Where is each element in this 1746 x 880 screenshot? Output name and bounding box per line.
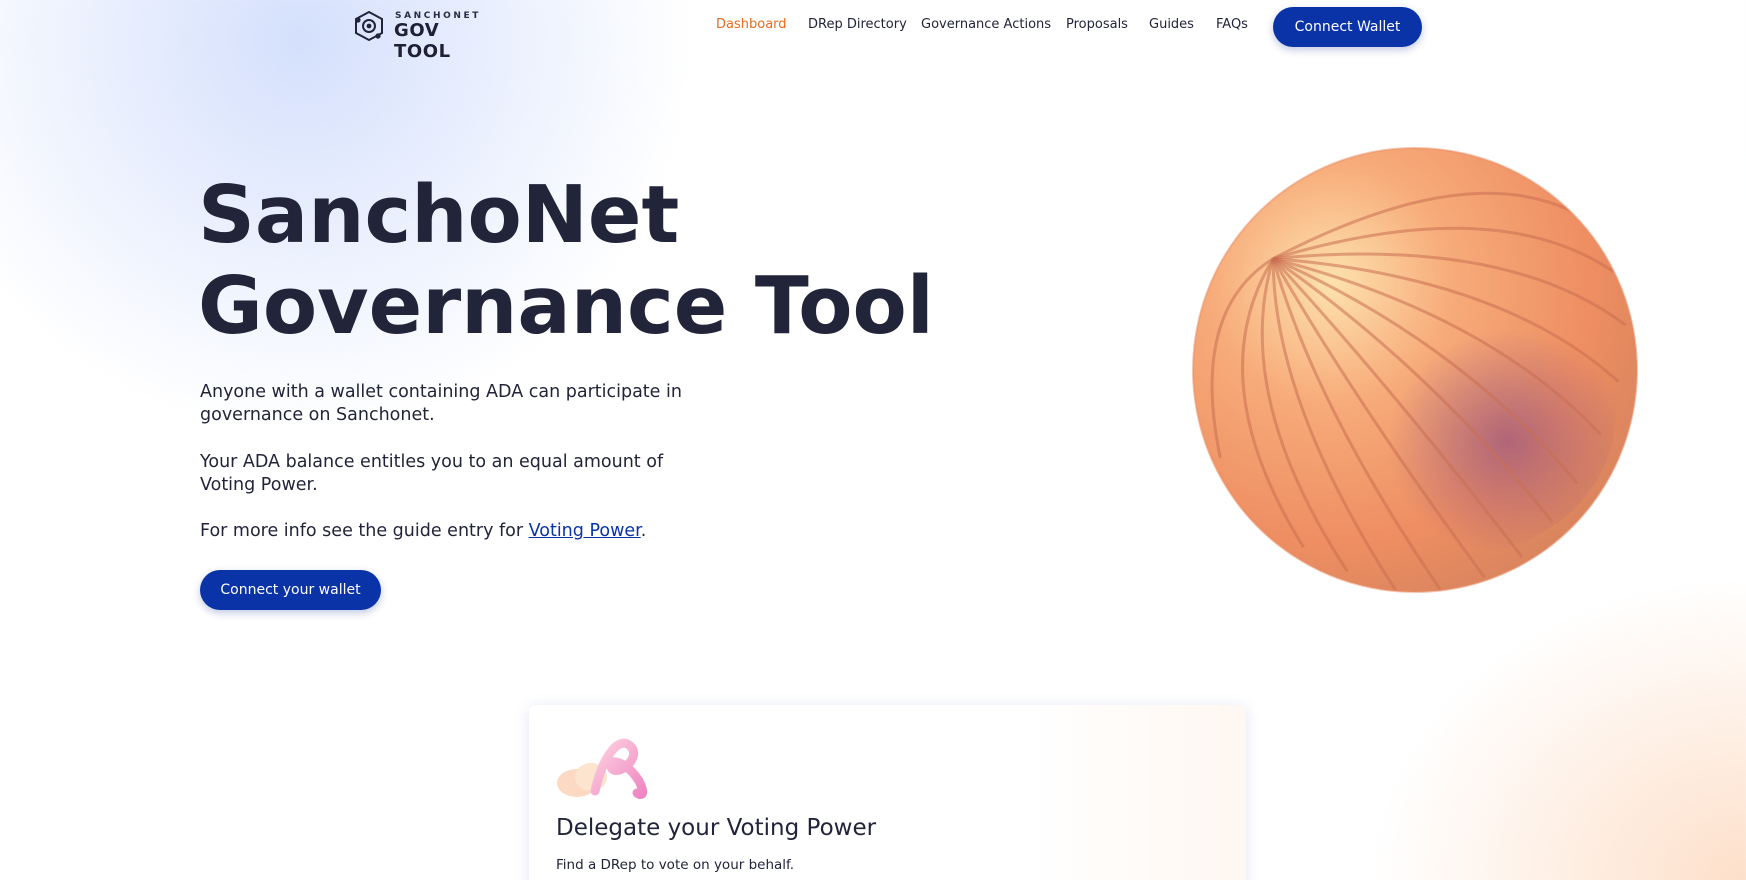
connect-wallet-button[interactable]: Connect Wallet	[1273, 7, 1422, 47]
nav-dashboard[interactable]: Dashboard	[716, 17, 787, 32]
logo-big-text: GOV TOOL	[394, 20, 451, 62]
card-title: Delegate your Voting Power	[556, 815, 877, 841]
hero-title-line2: Governance Tool	[198, 260, 934, 352]
nav-governance-actions[interactable]: Governance Actions	[921, 17, 1051, 32]
header: SANCHONET GOV TOOL Dashboard DRep Direct…	[0, 0, 1746, 62]
card-description: Find a DRep to vote on your behalf.	[556, 857, 795, 873]
nav-proposals[interactable]: Proposals	[1066, 17, 1128, 32]
voting-power-link[interactable]: Voting Power	[529, 521, 641, 541]
nav-guides[interactable]: Guides	[1149, 17, 1194, 32]
hero-paragraph-3-suffix: .	[640, 521, 647, 541]
logo-icon	[355, 10, 383, 42]
hero-paragraph-1: Anyone with a wallet containing ADA can …	[200, 382, 682, 425]
hero-paragraph-2: Your ADA balance entitles you to an equa…	[200, 452, 664, 495]
hero-title: SanchoNet Governance Tool	[198, 170, 934, 352]
nav-drep-directory[interactable]: DRep Directory	[808, 17, 907, 32]
hero-paragraph-3-prefix: For more info see the guide entry for	[200, 521, 529, 541]
connect-your-wallet-button[interactable]: Connect your wallet	[200, 570, 381, 610]
nav-faqs[interactable]: FAQs	[1216, 17, 1248, 32]
delegate-illustration-icon	[557, 738, 648, 799]
hero-paragraph-3: For more info see the guide entry for Vo…	[200, 520, 720, 543]
delegate-card[interactable]: Delegate your Voting Power Find a DRep t…	[529, 705, 1246, 880]
logo[interactable]: SANCHONET GOV TOOL	[352, 8, 502, 62]
sphere-illustration	[1192, 146, 1638, 593]
hero-title-line1: SanchoNet	[198, 169, 680, 261]
